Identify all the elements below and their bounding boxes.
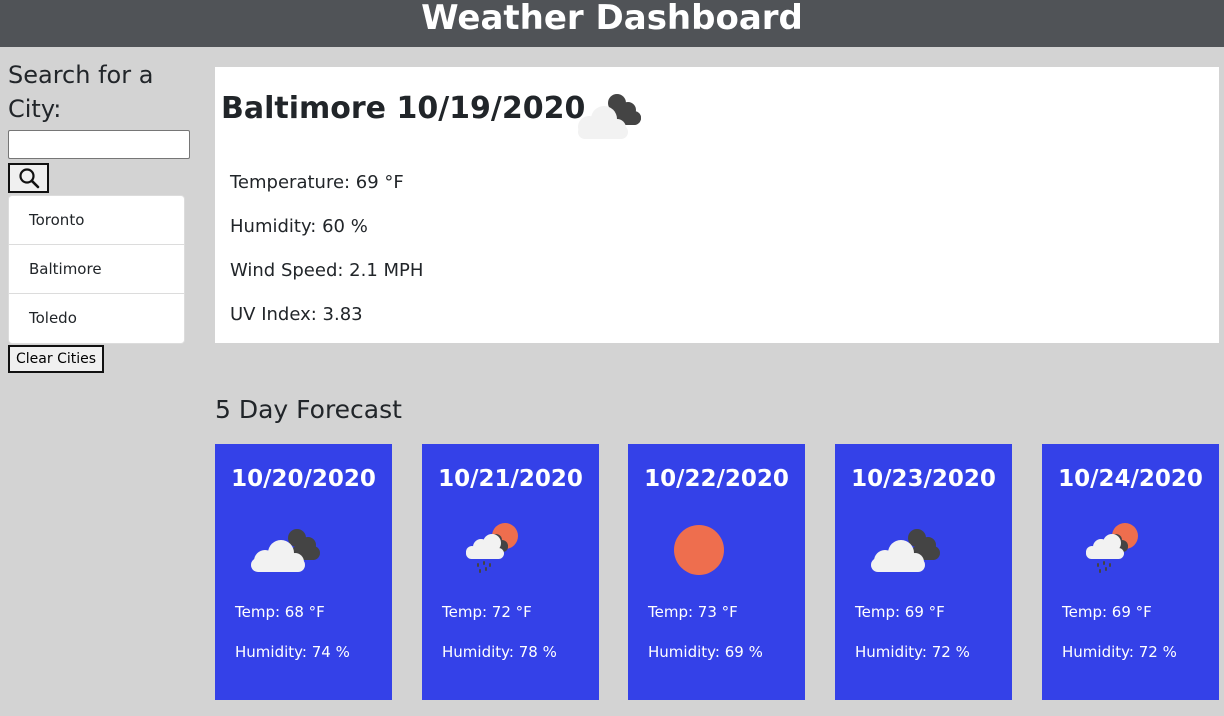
forecast-card: 10/22/2020 Temp: 73 °F Humidity: 69 % — [628, 444, 805, 700]
city-item-toronto[interactable]: Toronto — [9, 196, 184, 245]
forecast-date: 10/23/2020 — [851, 466, 996, 492]
search-icon — [18, 168, 39, 189]
forecast-heading: 5 Day Forecast — [215, 395, 402, 424]
city-history-list: Toronto Baltimore Toledo — [8, 195, 185, 344]
forecast-card: 10/21/2020 Temp: 72 °F Humidity: 78 % — [422, 444, 599, 700]
city-search-input[interactable] — [8, 130, 190, 159]
current-wind-speed: Wind Speed: 2.1 MPH — [230, 260, 424, 281]
broken-clouds-icon — [865, 516, 941, 580]
city-item-baltimore[interactable]: Baltimore — [9, 245, 184, 294]
forecast-temp: Temp: 68 °F — [235, 603, 325, 621]
forecast-humidity: Humidity: 72 % — [1062, 643, 1177, 661]
current-uv-index: UV Index: 3.83 — [230, 304, 363, 325]
forecast-humidity: Humidity: 69 % — [648, 643, 763, 661]
current-weather-panel: Baltimore 10/19/2020 Temperature: 69 °F … — [215, 67, 1219, 343]
rain-icon — [452, 516, 528, 580]
forecast-temp: Temp: 72 °F — [442, 603, 532, 621]
current-humidity: Humidity: 60 % — [230, 216, 368, 237]
search-button[interactable] — [8, 163, 49, 193]
forecast-humidity: Humidity: 74 % — [235, 643, 350, 661]
rain-icon — [1072, 516, 1148, 580]
search-heading: Search for a City: — [8, 61, 154, 123]
broken-clouds-icon — [245, 516, 321, 580]
forecast-date: 10/24/2020 — [1058, 466, 1203, 492]
current-city-title: Baltimore 10/19/2020 — [221, 91, 586, 126]
forecast-temp: Temp: 69 °F — [855, 603, 945, 621]
forecast-date: 10/22/2020 — [644, 466, 789, 492]
page-title: Weather Dashboard — [421, 0, 803, 38]
app-header: Weather Dashboard — [0, 0, 1224, 47]
forecast-date: 10/20/2020 — [231, 466, 376, 492]
sun-icon — [658, 516, 734, 580]
city-item-toledo[interactable]: Toledo — [9, 294, 184, 343]
forecast-date: 10/21/2020 — [438, 466, 583, 492]
forecast-card: 10/20/2020 Temp: 68 °F Humidity: 74 % — [215, 444, 392, 700]
forecast-card: 10/24/2020 Temp: 69 °F Humidity: 72 % — [1042, 444, 1219, 700]
forecast-temp: Temp: 73 °F — [648, 603, 738, 621]
sidebar: Search for a City: Toronto Baltimore Tol… — [8, 58, 190, 373]
forecast-temp: Temp: 69 °F — [1062, 603, 1152, 621]
clear-cities-button[interactable]: Clear Cities — [8, 345, 105, 373]
forecast-humidity: Humidity: 78 % — [442, 643, 557, 661]
forecast-humidity: Humidity: 72 % — [855, 643, 970, 661]
forecast-card: 10/23/2020 Temp: 69 °F Humidity: 72 % — [835, 444, 1012, 700]
current-temperature: Temperature: 69 °F — [230, 172, 404, 193]
broken-clouds-icon — [571, 91, 643, 145]
